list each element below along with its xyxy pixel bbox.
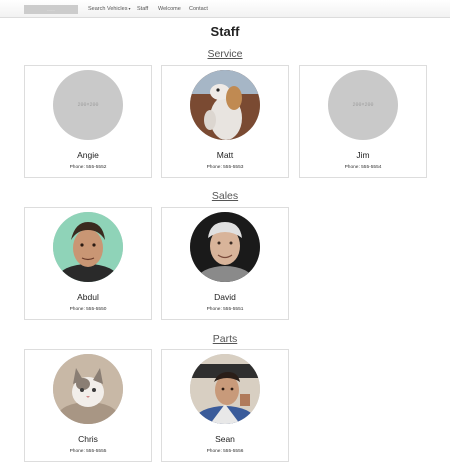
staff-phone: Phone: 555-5554 — [344, 165, 382, 170]
section-title-parts: Parts — [212, 333, 238, 345]
staff-name: Chris — [78, 434, 98, 444]
caret-down-icon: ▾ — [128, 6, 131, 11]
staff-card-sean: Sean Phone: 555-5556 — [161, 349, 289, 462]
staff-photo-kitten — [53, 354, 123, 424]
staff-name: Matt — [216, 150, 234, 160]
staff-card-abdul: Abdul Phone: 555-5550 — [24, 207, 152, 320]
staff-phone: Phone: 555-5556 — [206, 449, 244, 454]
staff-name: Sean — [215, 434, 235, 444]
nav-staff[interactable]: Staff — [137, 0, 148, 18]
placeholder-label: 200×200 — [77, 102, 99, 108]
staff-card-matt: Matt Phone: 555-5553 — [161, 65, 289, 178]
staff-card-chris: Chris Phone: 555-5555 — [24, 349, 152, 462]
staff-card-jim: 200×200 Jim Phone: 555-5554 — [299, 65, 427, 178]
staff-phone: Phone: 555-5550 — [69, 307, 107, 312]
staff-card-david: David Phone: 555-5551 — [161, 207, 289, 320]
placeholder-image: 200×200 — [328, 70, 398, 140]
staff-photo-abdul — [53, 212, 123, 282]
staff-photo-david — [190, 212, 260, 282]
nav-welcome[interactable]: Welcome — [158, 0, 181, 18]
top-navbar: ------ Search Vehicles▾ Staff Welcome Co… — [0, 0, 450, 18]
nav-search-vehicles-dropdown[interactable]: Search Vehicles▾ — [88, 0, 130, 18]
staff-phone: Phone: 555-5552 — [69, 165, 107, 170]
placeholder-image: 200×200 — [53, 70, 123, 140]
staff-phone: Phone: 555-5555 — [69, 449, 107, 454]
staff-name: Jim — [356, 150, 370, 160]
staff-name: Angie — [77, 150, 99, 160]
staff-photo-dog — [190, 70, 260, 140]
nav-contact[interactable]: Contact — [189, 0, 208, 18]
staff-name: Abdul — [77, 292, 99, 302]
section-title-service: Service — [207, 48, 243, 60]
staff-card-angie: 200×200 Angie Phone: 555-5552 — [24, 65, 152, 178]
staff-name: David — [214, 292, 236, 302]
brand-logo[interactable]: ------ — [24, 5, 78, 14]
page-title: Staff — [210, 24, 240, 39]
placeholder-label: 200×200 — [352, 102, 374, 108]
staff-phone: Phone: 555-5553 — [206, 165, 244, 170]
staff-photo-sean — [190, 354, 260, 424]
nav-search-vehicles-label: Search Vehicles — [88, 6, 128, 12]
staff-phone: Phone: 555-5551 — [206, 307, 244, 312]
section-title-sales: Sales — [211, 190, 239, 202]
